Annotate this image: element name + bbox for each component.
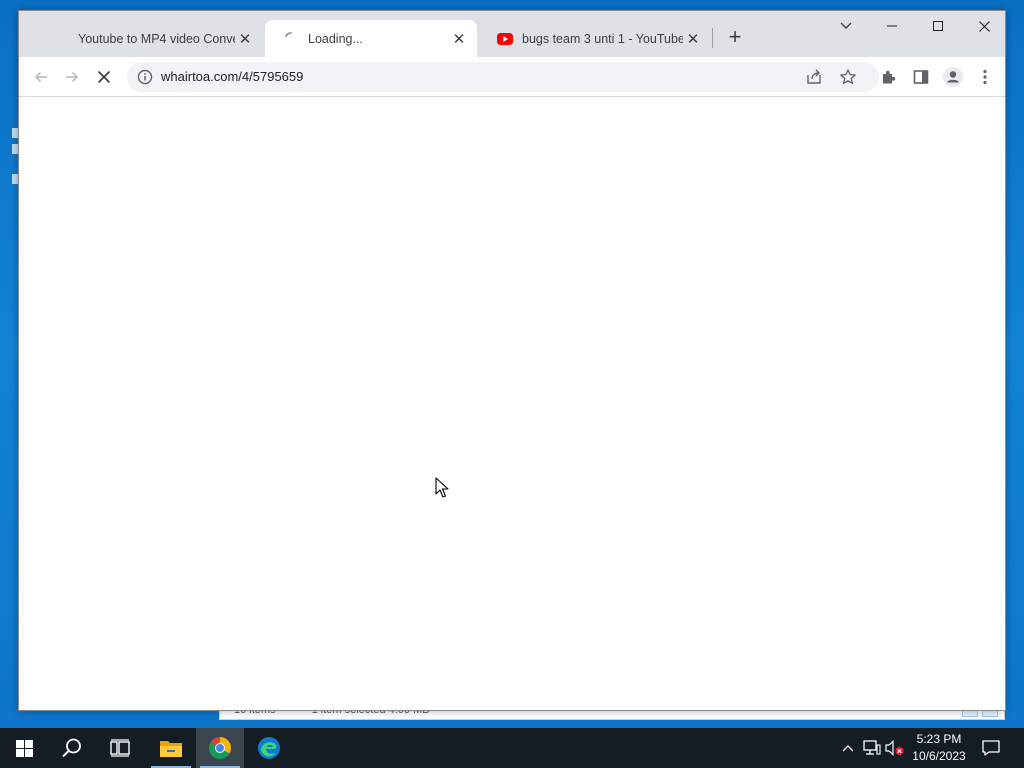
tab-title: Loading... bbox=[308, 31, 363, 46]
show-hidden-icons-button[interactable] bbox=[838, 728, 858, 768]
chevron-up-icon bbox=[842, 745, 854, 752]
start-button[interactable] bbox=[0, 728, 48, 768]
extensions-button[interactable] bbox=[875, 63, 903, 91]
extensions-icon bbox=[883, 70, 896, 84]
notifications-button[interactable] bbox=[976, 728, 1006, 768]
clock-date: 10/6/2023 bbox=[912, 749, 966, 763]
address-bar[interactable]: whairtoa.com/4/5795659 bbox=[127, 62, 879, 92]
chrome-taskbar-button[interactable] bbox=[196, 728, 244, 768]
chevron-down-icon bbox=[840, 22, 852, 29]
clock-time: 5:23 PM bbox=[916, 732, 962, 746]
tab-search-button[interactable] bbox=[823, 11, 869, 41]
chrome-window: Youtube to MP4 video Converter ✕ Loading… bbox=[18, 10, 1006, 711]
close-window-button[interactable] bbox=[961, 11, 1007, 41]
mouse-cursor-icon bbox=[435, 477, 449, 498]
stop-button[interactable] bbox=[90, 63, 118, 91]
close-icon bbox=[978, 20, 990, 32]
network-tray-button[interactable] bbox=[860, 728, 884, 768]
search-icon bbox=[62, 738, 81, 758]
search-button[interactable] bbox=[48, 728, 96, 768]
task-view-button[interactable] bbox=[96, 728, 144, 768]
close-tab-icon[interactable]: ✕ bbox=[683, 29, 703, 49]
menu-button[interactable] bbox=[971, 63, 999, 91]
file-explorer-taskbar-button[interactable] bbox=[147, 728, 195, 768]
profile-icon bbox=[943, 67, 963, 87]
taskbar: 5:23 PM 10/6/2023 bbox=[0, 728, 1024, 768]
profile-button[interactable] bbox=[939, 63, 967, 91]
menu-icon bbox=[983, 69, 987, 85]
stop-icon bbox=[97, 70, 111, 84]
network-icon bbox=[863, 740, 881, 755]
tab-youtube-to-mp4[interactable]: Youtube to MP4 video Converter ✕ bbox=[35, 20, 263, 57]
volume-tray-button[interactable] bbox=[884, 728, 906, 768]
info-icon[interactable] bbox=[137, 69, 153, 85]
tab-loading[interactable]: Loading... ✕ bbox=[265, 20, 477, 57]
page-content-blank bbox=[19, 97, 1005, 710]
youtube-icon bbox=[497, 32, 513, 45]
back-button[interactable] bbox=[27, 63, 55, 91]
system-clock[interactable]: 5:23 PM 10/6/2023 bbox=[906, 731, 972, 765]
tab-youtube-video[interactable]: bugs team 3 unti 1 - YouTube ✕ bbox=[479, 20, 711, 57]
side-panel-button[interactable] bbox=[907, 63, 935, 91]
chrome-icon bbox=[209, 737, 231, 759]
notification-icon bbox=[982, 740, 1000, 756]
back-icon bbox=[34, 71, 47, 83]
volume-muted-icon bbox=[885, 740, 904, 756]
start-icon bbox=[15, 739, 33, 757]
maximize-button[interactable] bbox=[915, 11, 961, 41]
address-url[interactable]: whairtoa.com/4/5795659 bbox=[161, 69, 303, 84]
tab-separator bbox=[712, 28, 713, 48]
close-tab-icon[interactable]: ✕ bbox=[449, 29, 469, 49]
tab-title: Youtube to MP4 video Converter bbox=[78, 31, 235, 46]
forward-icon bbox=[66, 71, 79, 83]
tab-title: bugs team 3 unti 1 - YouTube bbox=[522, 31, 683, 46]
browser-toolbar: whairtoa.com/4/5795659 bbox=[19, 57, 1005, 97]
star-icon[interactable] bbox=[839, 68, 857, 86]
maximize-icon bbox=[933, 21, 943, 31]
edge-taskbar-button[interactable] bbox=[245, 728, 293, 768]
task-view-icon bbox=[110, 739, 130, 757]
side-panel-icon bbox=[913, 70, 929, 84]
share-icon[interactable] bbox=[805, 68, 823, 86]
tab-strip: Youtube to MP4 video Converter ✕ Loading… bbox=[19, 11, 1005, 57]
minimize-button[interactable] bbox=[869, 11, 915, 41]
new-tab-button[interactable]: + bbox=[723, 26, 747, 50]
minimize-icon bbox=[887, 25, 897, 27]
edge-icon bbox=[258, 737, 280, 759]
loading-spinner-icon bbox=[285, 31, 292, 37]
file-explorer-icon bbox=[160, 741, 182, 757]
close-tab-icon[interactable]: ✕ bbox=[235, 29, 255, 49]
forward-button[interactable] bbox=[58, 63, 86, 91]
